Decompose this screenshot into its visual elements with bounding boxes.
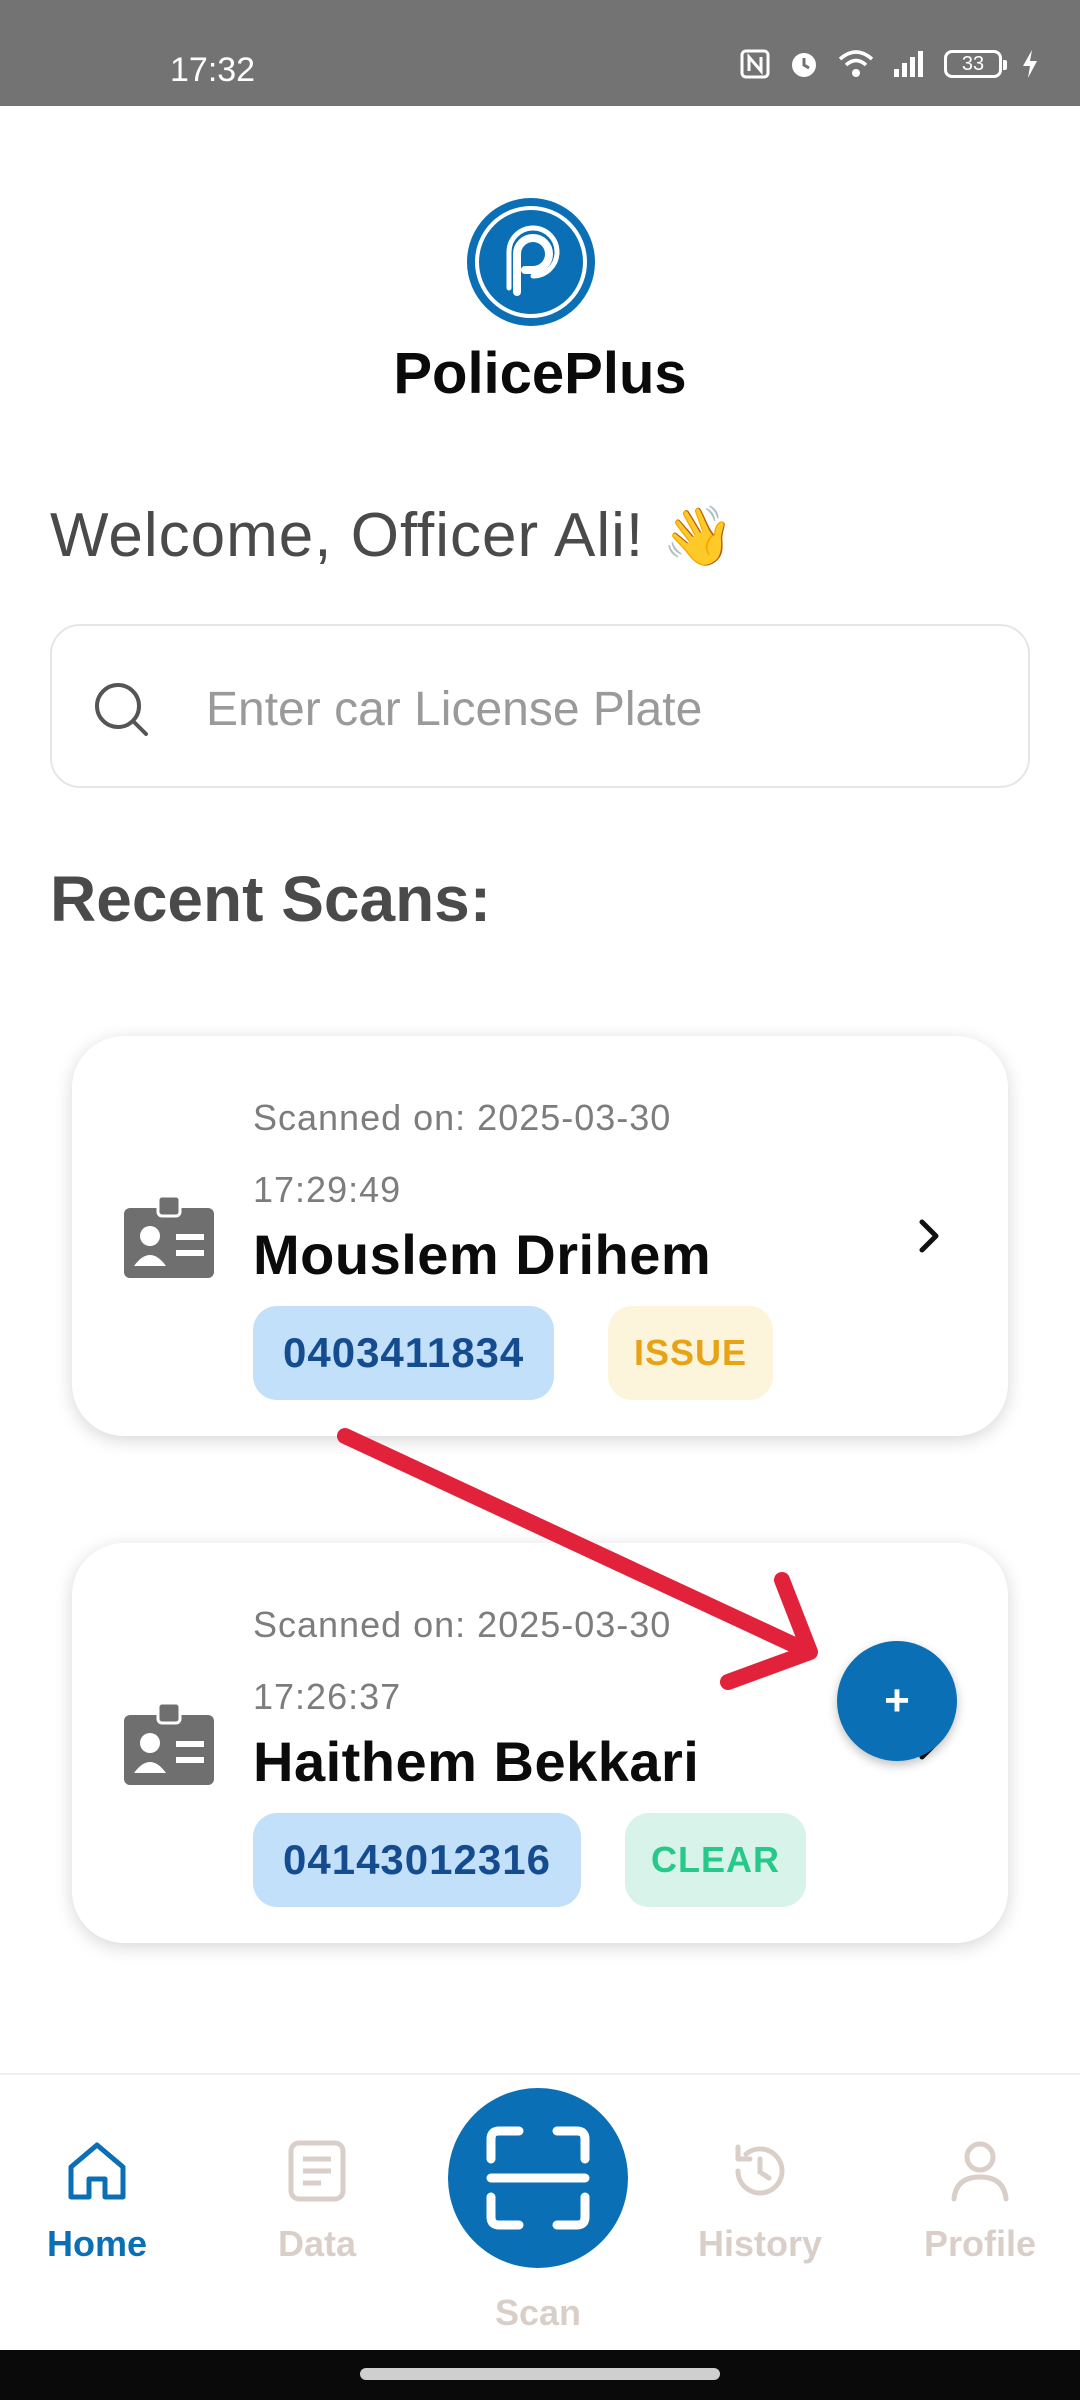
add-button[interactable]: + [837, 1641, 957, 1761]
document-icon [288, 2140, 346, 2202]
wifi-icon [838, 50, 874, 77]
app-logo-icon [467, 198, 595, 326]
profile-icon [951, 2141, 1009, 2202]
home-icon [68, 2142, 126, 2200]
nav-profile-label: Profile [923, 2223, 1037, 2264]
greeting: Welcome, Officer Ali! 👋 [50, 500, 736, 571]
nav-home[interactable]: Home [7, 2135, 187, 2315]
nav-home-label: Home [46, 2223, 148, 2264]
person-name: Mouslem Drihem [253, 1223, 712, 1286]
status-badge: ISSUE [608, 1306, 774, 1400]
person-name: Haithem Bekkari [253, 1730, 700, 1793]
battery-icon: 33 [944, 50, 1007, 78]
id-card-icon [124, 1194, 214, 1278]
charging-icon [1023, 50, 1037, 78]
search-icon [95, 683, 148, 736]
status-time: 17:32 [170, 51, 256, 89]
id-card-icon [124, 1701, 214, 1785]
history-icon [735, 2144, 785, 2196]
license-plate-input[interactable] [204, 670, 988, 748]
chevron-right-icon[interactable] [910, 1216, 950, 1256]
id-number-badge: 0403411834 [253, 1306, 555, 1400]
greeting-text: Welcome, Officer Ali! [50, 501, 645, 570]
alarm-icon [792, 53, 816, 77]
waving-hand-icon: 👋 [662, 504, 736, 569]
id-number-badge: 04143012316 [253, 1813, 581, 1907]
signal-icon [894, 51, 923, 77]
nav-scan-label: Scan [494, 2292, 582, 2333]
status-badge: CLEAR [625, 1813, 806, 1907]
nav-data-label: Data [277, 2223, 357, 2264]
gesture-bar [0, 2350, 1080, 2400]
app-title: PolicePlus [393, 341, 687, 406]
home-indicator[interactable] [360, 2368, 720, 2380]
nav-history-label: History [697, 2223, 823, 2264]
nav-profile[interactable]: Profile [890, 2135, 1070, 2315]
status-icons: 33 [740, 48, 1040, 80]
recent-scans-title: Recent Scans: [50, 863, 492, 935]
scan-frame-icon [486, 2126, 590, 2230]
nav-data[interactable]: Data [227, 2135, 407, 2315]
nfc-icon [740, 49, 770, 79]
scan-date: Scanned on: 2025-03-30 17:26:37 [253, 1604, 672, 1717]
nav-history[interactable]: History [670, 2135, 850, 2315]
scan-date: Scanned on: 2025-03-30 17:29:49 [253, 1097, 672, 1210]
license-plate-search[interactable] [50, 624, 1030, 788]
status-bar: 17:32 33 [0, 0, 1080, 106]
scan-button[interactable] [448, 2088, 628, 2268]
scan-card[interactable]: Scanned on: 2025-03-30 17:29:49 Mouslem … [72, 1036, 1008, 1436]
